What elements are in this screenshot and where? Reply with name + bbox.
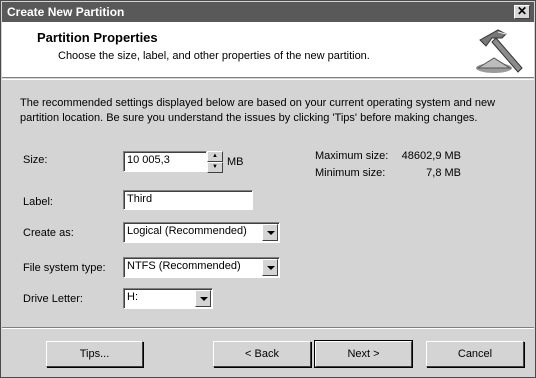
label-label: Label: — [23, 196, 53, 208]
max-size-value: 48602,9 MB — [401, 150, 461, 162]
min-size-value: 7,8 MB — [426, 167, 461, 179]
max-size-label: Maximum size: — [315, 150, 389, 162]
back-button[interactable]: < Back — [213, 341, 311, 367]
window-title: Create New Partition — [7, 5, 125, 19]
chevron-down-icon[interactable] — [262, 224, 278, 241]
min-size-label: Minimum size: — [315, 167, 386, 179]
wizard-header: Partition Properties Choose the size, la… — [2, 22, 534, 78]
cancel-button[interactable]: Cancel — [426, 341, 524, 367]
tips-button[interactable]: Tips... — [46, 341, 143, 367]
next-button[interactable]: Next > — [314, 340, 413, 368]
chevron-down-icon[interactable] — [195, 290, 211, 307]
file-system-value: NTFS (Recommended) — [127, 260, 241, 272]
page-title: Partition Properties — [37, 30, 158, 45]
size-input[interactable]: 10 005,3 — [123, 151, 207, 172]
title-bar: Create New Partition ✕ — [2, 2, 534, 22]
spin-up-icon[interactable]: ▲ — [207, 151, 223, 162]
size-label: Size: — [23, 154, 48, 166]
spin-down-icon[interactable]: ▼ — [207, 162, 223, 173]
create-as-label: Create as: — [23, 227, 74, 239]
create-partition-dialog: Create New Partition ✕ Partition Propert… — [0, 0, 536, 378]
size-spinner[interactable]: ▲ ▼ — [207, 151, 223, 173]
create-as-value: Logical (Recommended) — [127, 225, 247, 237]
size-unit: MB — [227, 156, 244, 168]
drive-letter-label: Drive Letter: — [23, 293, 83, 305]
description-text: The recommended settings displayed below… — [20, 97, 496, 124]
chevron-down-icon[interactable] — [262, 259, 278, 276]
hammer-icon — [476, 29, 523, 73]
page-subtitle: Choose the size, label, and other proper… — [58, 50, 370, 62]
drive-letter-select[interactable]: H: — [123, 288, 213, 309]
drive-letter-value: H: — [127, 291, 138, 303]
file-system-label: File system type: — [23, 262, 106, 274]
label-input[interactable]: Third — [123, 190, 253, 210]
close-button[interactable]: ✕ — [514, 5, 530, 19]
header-divider — [2, 79, 534, 80]
create-as-select[interactable]: Logical (Recommended) — [123, 222, 280, 243]
file-system-select[interactable]: NTFS (Recommended) — [123, 257, 280, 278]
footer-divider-highlight — [2, 328, 534, 329]
